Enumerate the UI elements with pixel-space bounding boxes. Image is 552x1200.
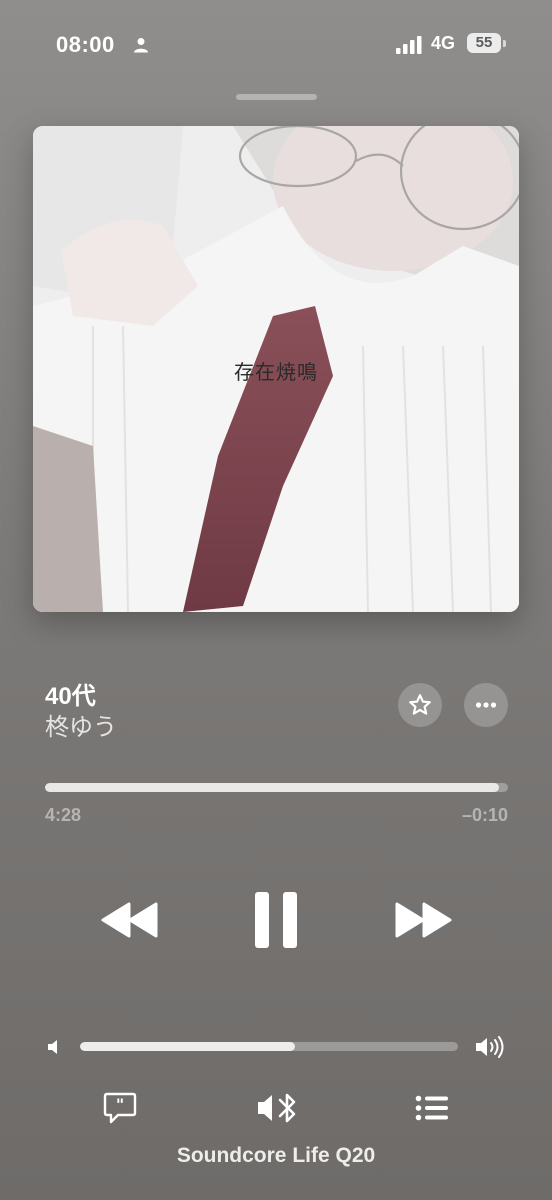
favorite-button[interactable] xyxy=(398,683,442,727)
status-time: 08:00 xyxy=(56,32,115,57)
sheet-grabber-handle[interactable] xyxy=(236,94,317,100)
pause-button[interactable] xyxy=(252,891,302,949)
playback-progress-fill xyxy=(45,783,499,792)
rewind-button[interactable] xyxy=(100,900,160,940)
queue-list-button[interactable] xyxy=(415,1095,449,1121)
signal-bars-icon xyxy=(396,36,422,54)
speaker-high-icon xyxy=(476,1036,504,1058)
bluetooth-speaker-button[interactable] xyxy=(256,1090,300,1126)
artist-name[interactable]: 柊ゆう xyxy=(45,707,117,742)
person-icon xyxy=(134,38,148,53)
playback-scrubber[interactable] xyxy=(45,783,508,792)
battery-tip xyxy=(503,40,506,47)
artwork-caption: 存在焼鳴 xyxy=(234,360,318,384)
status-bar: 08:00 4G 55 xyxy=(0,0,552,90)
battery-icon: 55 xyxy=(467,33,501,53)
volume-slider[interactable] xyxy=(80,1042,458,1051)
quote-glyph: " xyxy=(116,1095,124,1114)
network-type: 4G xyxy=(431,33,456,53)
song-title: 40代 xyxy=(45,683,96,710)
elapsed-time: 4:28 xyxy=(45,805,82,825)
lyrics-button[interactable]: " xyxy=(103,1092,137,1124)
speaker-low-icon xyxy=(48,1040,57,1054)
output-device-name: Soundcore Life Q20 xyxy=(176,1144,376,1167)
star-icon xyxy=(409,694,431,715)
volume-level-fill xyxy=(80,1042,296,1051)
ellipsis-icon xyxy=(475,702,497,708)
remaining-time: –0:10 xyxy=(461,805,508,825)
more-options-button[interactable] xyxy=(464,683,508,727)
fast-forward-button[interactable] xyxy=(393,900,453,940)
album-artwork: 存在焼鳴 xyxy=(33,126,519,612)
